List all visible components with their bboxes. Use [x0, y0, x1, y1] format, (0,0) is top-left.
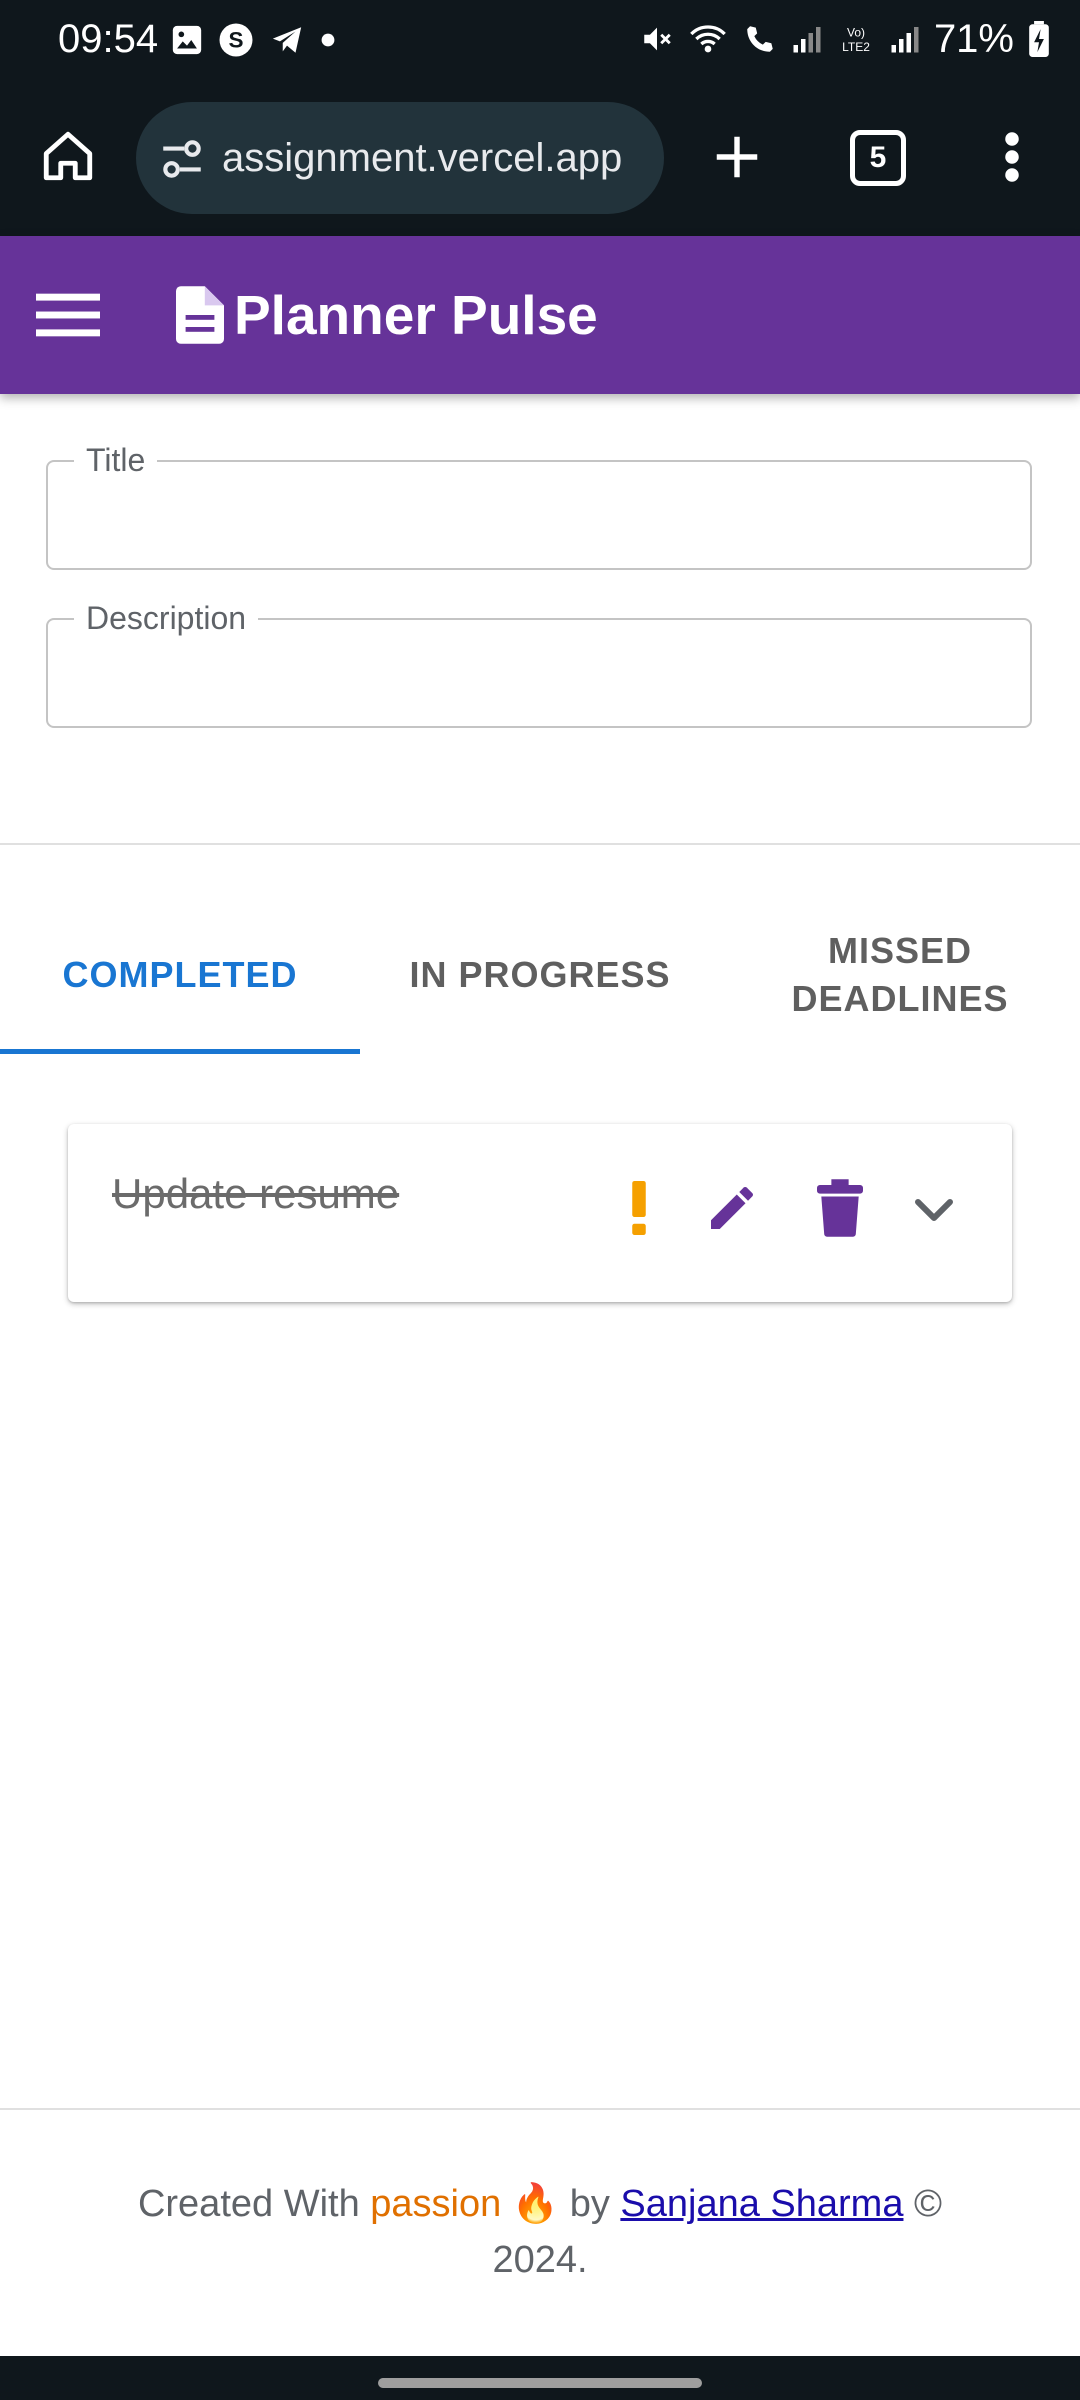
author-link[interactable]: Sanjana Sharma — [620, 2183, 903, 2225]
description-input[interactable] — [74, 644, 1008, 706]
address-bar[interactable]: assignment.vercel.app — [136, 102, 664, 214]
description-label: Description — [74, 596, 259, 640]
signal-icon — [891, 27, 919, 53]
site-settings-icon[interactable] — [156, 134, 208, 184]
footer-divider — [0, 2108, 1080, 2110]
battery-icon — [1029, 21, 1049, 57]
status-bar: 09:54 S Vo) LTE2 71% — [0, 0, 1080, 78]
telegram-icon — [272, 27, 302, 53]
system-nav-bar — [0, 2356, 1080, 2400]
fire-icon: 🔥 — [511, 2183, 560, 2225]
footer: Created With passion 🔥 by Sanjana Sharma… — [100, 2176, 980, 2288]
wifi-call-icon — [747, 26, 773, 52]
description-field[interactable]: Description — [46, 596, 1032, 728]
priority-icon[interactable] — [622, 1174, 656, 1242]
more-vert-icon — [1005, 132, 1019, 182]
footer-passion: passion — [370, 2183, 502, 2225]
svg-text:LTE2: LTE2 — [842, 40, 870, 54]
tab-count: 5 — [850, 130, 906, 186]
volte-icon: Vo)LTE2 — [842, 25, 870, 54]
app-title-wrap: Planner Pulse — [176, 280, 598, 350]
edit-icon[interactable] — [700, 1176, 764, 1240]
section-divider — [0, 843, 1080, 845]
wifi-icon — [690, 25, 726, 53]
tab-switcher-button[interactable]: 5 — [846, 128, 910, 188]
app-header: Planner Pulse — [0, 236, 1080, 394]
footer-prefix: Created With — [137, 2183, 371, 2225]
browser-menu-button[interactable] — [986, 120, 1038, 194]
title-field[interactable]: Title — [46, 438, 1032, 570]
menu-icon[interactable] — [36, 288, 100, 342]
gallery-icon — [172, 25, 202, 55]
s-app-icon: S — [219, 23, 253, 57]
status-time: 09:54 — [58, 17, 159, 61]
gesture-handle[interactable] — [378, 2378, 702, 2388]
app-title: Planner Pulse — [234, 284, 598, 346]
task-card[interactable]: Update resume — [68, 1124, 1012, 1302]
active-tab-indicator — [0, 1049, 360, 1054]
svg-text:Vo): Vo) — [847, 25, 865, 39]
footer-by: by — [559, 2183, 621, 2225]
browser-toolbar: assignment.vercel.app 5 — [0, 78, 1080, 236]
document-icon — [176, 286, 224, 344]
url-text[interactable]: assignment.vercel.app — [222, 130, 652, 186]
status-right-icons: Vo) LTE2 71% — [640, 14, 1050, 64]
dot-icon — [321, 33, 335, 47]
tab-completed[interactable]: COMPLETED — [0, 910, 360, 1040]
tab-in-progress[interactable]: IN PROGRESS — [360, 910, 720, 1040]
delete-icon[interactable] — [810, 1174, 870, 1242]
plus-icon — [716, 136, 758, 178]
new-tab-button[interactable] — [700, 120, 774, 194]
tab-missed-deadlines[interactable]: MISSED DEADLINES — [760, 910, 1040, 1040]
mute-icon — [644, 27, 671, 51]
signal-icon — [793, 27, 821, 53]
status-left-icons: S — [170, 18, 336, 62]
battery-percentage: 71% — [933, 17, 1014, 61]
home-button[interactable] — [32, 118, 104, 194]
home-icon — [43, 131, 93, 181]
title-input[interactable] — [74, 486, 1008, 548]
task-title: Update resume — [112, 1170, 400, 1217]
expand-icon[interactable] — [904, 1182, 964, 1238]
svg-text:S: S — [228, 28, 243, 53]
title-label: Title — [74, 438, 158, 482]
